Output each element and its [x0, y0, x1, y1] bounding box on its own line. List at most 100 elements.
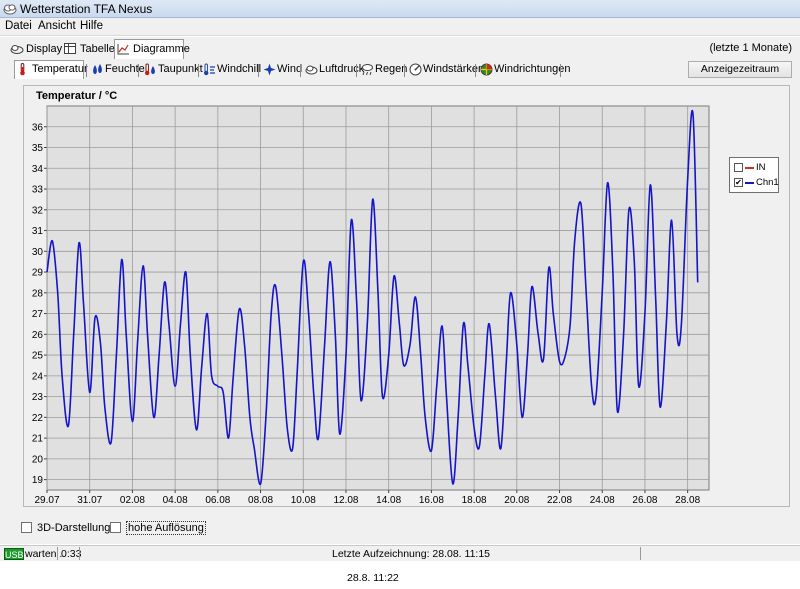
subtab-windrichtungen[interactable]: Windrichtungen — [477, 61, 570, 79]
y-tick-label: 23 — [32, 392, 44, 403]
y-tick-label: 30 — [32, 247, 44, 258]
checkbox-high-resolution[interactable] — [110, 522, 121, 533]
subtab-windchill[interactable]: Windchill — [200, 61, 261, 79]
menu-ansicht[interactable]: Ansicht — [38, 20, 76, 32]
x-tick-label: 20.08 — [504, 495, 529, 506]
tab-separator — [356, 64, 357, 77]
subtab-windstaerken[interactable]: Windstärken — [406, 61, 484, 79]
tab-separator — [86, 64, 87, 77]
status-separator — [640, 547, 641, 560]
y-tick-label: 28 — [32, 288, 44, 299]
y-tick-label: 27 — [32, 309, 44, 320]
legend-checkbox-in[interactable] — [734, 163, 743, 172]
tab-separator — [560, 64, 561, 77]
chart-panel: Temperatur / °C 19 20 21 22 23 24 25 26 27 28 29 30… — [23, 85, 790, 507]
x-tick-label: 02.08 — [120, 495, 145, 506]
title-bar: Wetterstation TFA Nexus — [0, 0, 800, 18]
status-bar: USB warten .. 0:33 Letzte Aufzeichnung: … — [0, 545, 800, 561]
x-tick-label: 22.08 — [547, 495, 572, 506]
temperature-chart: 19 20 21 22 23 24 25 26 27 28 29 30 31 32 33 34 35 36 29.0… — [32, 105, 710, 506]
status-separator — [79, 547, 80, 560]
windstrength-icon — [409, 63, 422, 76]
chart-legend: IN ✔ Chn1 — [729, 157, 779, 193]
winddirection-icon — [480, 63, 493, 76]
x-tick-label: 26.08 — [632, 495, 657, 506]
legend-checkbox-chn1[interactable]: ✔ — [734, 178, 743, 187]
legend-item-in[interactable]: IN — [734, 161, 778, 175]
x-tick-label: 16.08 — [419, 495, 444, 506]
x-tick-label: 24.08 — [590, 495, 615, 506]
option-high-resolution-label: hohe Auflösung — [126, 521, 206, 535]
x-tick-label: 29.07 — [34, 495, 59, 506]
tab-separator — [300, 64, 301, 77]
legend-label-chn1: Chn1 — [756, 177, 779, 188]
checkbox-3d[interactable] — [21, 522, 32, 533]
footer-timestamp: 28.8. 11:22 — [347, 572, 399, 584]
subtab-luftdruck[interactable]: Luftdruck — [302, 61, 364, 79]
time-range-button[interactable]: Anzeigezeitraum — [688, 61, 792, 78]
tab-diagramme[interactable]: Diagramme — [114, 39, 190, 59]
thermometer-icon — [20, 63, 25, 76]
subtab-wind-label: Wind — [277, 63, 303, 75]
app-icon — [3, 2, 17, 15]
wind-icon — [263, 63, 276, 76]
y-tick-label: 35 — [32, 143, 44, 154]
y-tick-label: 20 — [32, 454, 44, 465]
tab-display[interactable]: Display — [8, 40, 62, 58]
y-tick-label: 24 — [32, 371, 44, 382]
subtab-taupunkt-label: Taupunkt — [158, 63, 203, 75]
x-tick-label: 04.08 — [163, 495, 188, 506]
y-tick-label: 21 — [32, 434, 44, 445]
window-title: Wetterstation TFA Nexus — [20, 2, 153, 16]
tab-tabelle-label: Tabelle — [80, 43, 115, 55]
subtab-wind[interactable]: Wind — [260, 61, 302, 79]
y-tick-label: 33 — [32, 185, 44, 196]
subtab-windrichtungen-label: Windrichtungen — [494, 63, 571, 75]
y-tick-label: 34 — [32, 164, 44, 175]
menu-datei[interactable]: Datei — [5, 20, 32, 32]
x-tick-label: 31.07 — [77, 495, 102, 506]
main-panel: Display Tabelle Diagramme (letzte 1 Mona… — [0, 37, 800, 544]
usb-status-badge: USB — [4, 548, 24, 560]
option-3d-label: 3D-Darstellung — [37, 522, 111, 534]
x-tick-label: 28.08 — [675, 495, 700, 506]
subtab-feuchte[interactable]: Feuchte — [88, 61, 145, 79]
x-tick-label: 18.08 — [462, 495, 487, 506]
legend-swatch-chn1 — [745, 182, 754, 184]
subtab-temperatur-label: Temperatur — [32, 63, 88, 75]
x-tick-label: 06.08 — [205, 495, 230, 506]
subtab-taupunkt[interactable]: Taupunkt — [141, 61, 203, 79]
tab-separator — [258, 64, 259, 77]
tab-separator — [138, 64, 139, 77]
rain-icon — [362, 64, 373, 76]
subtab-temperatur[interactable]: Temperatur — [14, 60, 88, 79]
option-3d[interactable]: 3D-Darstellung — [21, 521, 110, 535]
dewpoint-icon — [145, 63, 155, 76]
y-tick-label: 31 — [32, 226, 44, 237]
status-state: warten .. — [25, 548, 66, 560]
y-tick-label: 36 — [32, 122, 44, 133]
subtab-regen-label: Regen — [375, 63, 408, 75]
legend-swatch-in — [745, 167, 754, 169]
legend-item-chn1[interactable]: ✔ Chn1 — [734, 176, 779, 190]
y-tick-label: 29 — [32, 268, 44, 279]
subtab-windchill-label: Windchill — [217, 63, 262, 75]
tab-diagramme-label: Diagramme — [133, 43, 190, 55]
table-icon — [64, 43, 76, 54]
subtab-regen[interactable]: Regen — [358, 61, 407, 79]
y-tick-label: 32 — [32, 205, 44, 216]
period-label: (letzte 1 Monate) — [709, 42, 792, 54]
status-separator — [57, 547, 58, 560]
option-high-resolution[interactable]: hohe Auflösung — [110, 521, 206, 535]
tab-separator — [198, 64, 199, 77]
menu-bar: Datei Ansicht Hilfe — [0, 18, 800, 36]
display-icon — [10, 45, 24, 54]
tab-tabelle[interactable]: Tabelle — [62, 40, 115, 58]
menu-hilfe[interactable]: Hilfe — [80, 20, 103, 32]
pressure-icon — [305, 65, 318, 75]
y-tick-label: 19 — [32, 475, 44, 486]
y-tick-label: 25 — [32, 351, 44, 362]
y-tick-label: 22 — [32, 413, 44, 424]
legend-label-in: IN — [756, 162, 766, 173]
x-tick-label: 08.08 — [248, 495, 273, 506]
